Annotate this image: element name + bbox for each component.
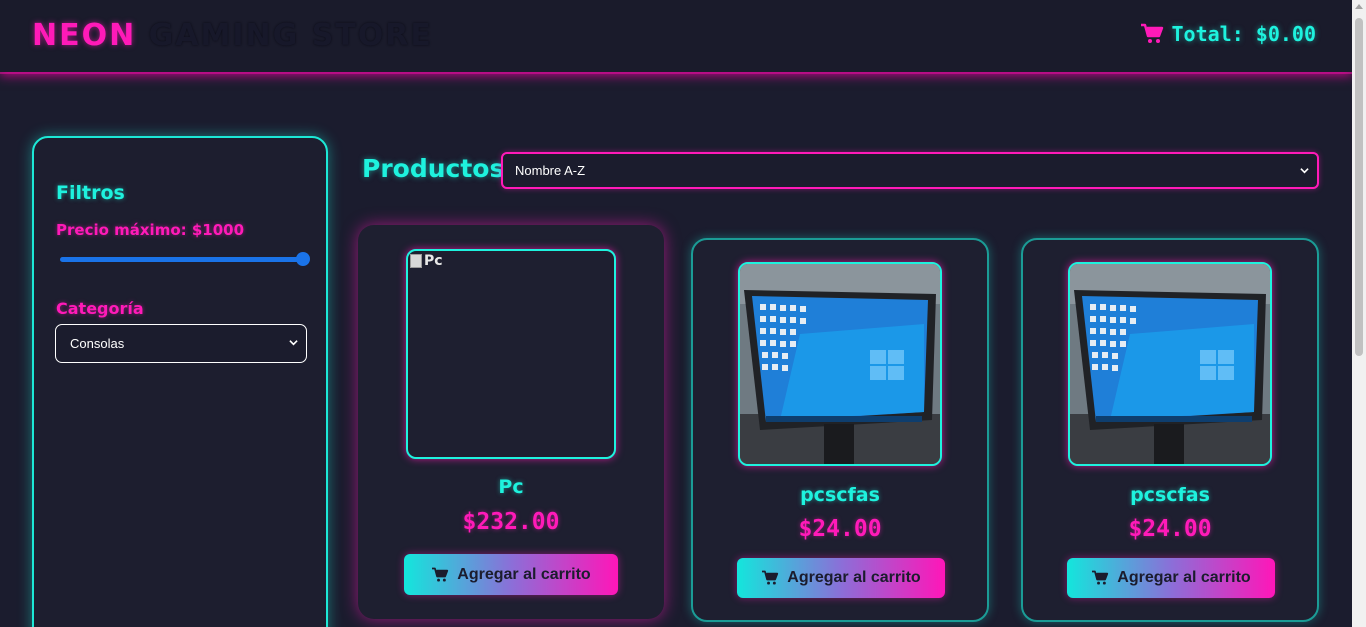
sort-select[interactable]: Nombre A-Z — [501, 152, 1319, 189]
shopping-cart-icon — [1140, 23, 1163, 43]
monitor-photo — [1070, 264, 1270, 464]
slider-handle[interactable] — [296, 252, 310, 266]
scrollbar-thumb[interactable] — [1355, 18, 1363, 356]
image-alt-text: Pc — [424, 253, 443, 269]
cart-icon — [762, 570, 779, 585]
products-title: Productos — [362, 154, 505, 183]
product-name: pcscfas — [800, 484, 880, 506]
product-price: $232.00 — [462, 509, 560, 535]
slider-track[interactable] — [60, 257, 304, 262]
logo-store-text: GAMING STORE — [136, 18, 433, 53]
product-card: pcscfas $24.00 Agregar al carrito — [691, 238, 989, 622]
product-name: pcscfas — [1130, 484, 1210, 506]
logo-neon-text: NEON — [32, 18, 137, 53]
product-name: Pc — [498, 476, 524, 498]
product-image[interactable] — [738, 262, 942, 466]
broken-image-icon — [410, 254, 422, 268]
monitor-photo — [740, 264, 940, 464]
category-select[interactable]: Consolas — [55, 324, 307, 363]
store-logo[interactable]: NEON GAMING STORE — [32, 18, 433, 53]
product-card: Pc Pc $232.00 Agregar al carrito — [358, 225, 664, 619]
add-to-cart-button[interactable]: Agregar al carrito — [1067, 558, 1275, 598]
product-image[interactable]: Pc — [406, 249, 616, 459]
chevron-down-icon — [289, 340, 298, 346]
broken-image-placeholder: Pc — [410, 253, 443, 269]
filters-sidebar: Filtros Precio máximo: $1000 Categoría C… — [32, 136, 328, 627]
max-price-slider[interactable] — [58, 252, 310, 266]
product-image[interactable] — [1068, 262, 1272, 466]
category-label: Categoría — [56, 299, 144, 318]
page: NEON GAMING STORE Total: $0.00 Filtros P… — [0, 0, 1366, 627]
filters-title: Filtros — [56, 182, 125, 204]
scroll-up-arrow-icon[interactable] — [1355, 4, 1363, 9]
cart-icon — [432, 567, 449, 582]
max-price-label: Precio máximo: $1000 — [56, 221, 245, 239]
page-scrollbar[interactable] — [1352, 0, 1366, 627]
add-to-cart-label: Agregar al carrito — [1117, 569, 1251, 586]
site-header: NEON GAMING STORE Total: $0.00 — [0, 0, 1352, 72]
add-to-cart-label: Agregar al carrito — [787, 569, 921, 586]
sort-selected-value: Nombre A-Z — [515, 163, 586, 178]
cart-total[interactable]: Total: $0.00 — [1140, 22, 1317, 46]
add-to-cart-button[interactable]: Agregar al carrito — [404, 554, 618, 595]
add-to-cart-label: Agregar al carrito — [457, 565, 591, 583]
add-to-cart-button[interactable]: Agregar al carrito — [737, 558, 945, 598]
cart-icon — [1092, 570, 1109, 585]
product-card: pcscfas $24.00 Agregar al carrito — [1021, 238, 1319, 622]
category-selected-value: Consolas — [70, 336, 125, 351]
product-price: $24.00 — [798, 516, 882, 542]
cart-total-text: Total: $0.00 — [1171, 22, 1317, 46]
product-price: $24.00 — [1128, 516, 1212, 542]
chevron-down-icon — [1300, 168, 1309, 174]
